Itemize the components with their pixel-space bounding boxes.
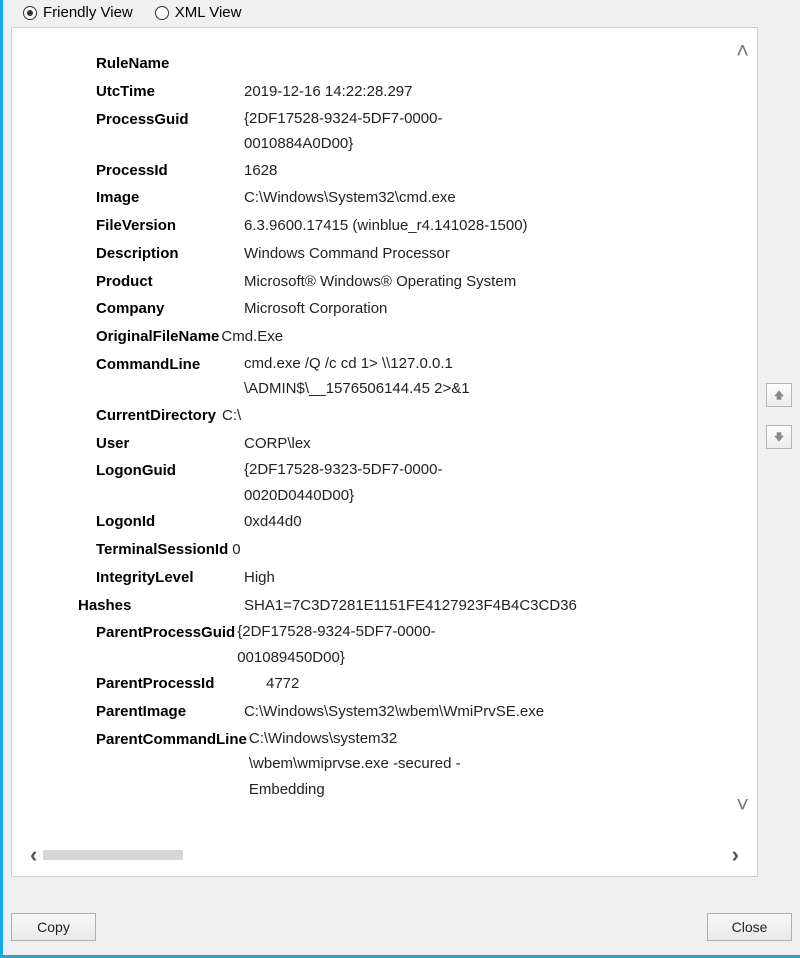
currentdirectory-value: C:\: [222, 402, 241, 430]
content-frame: ˄ ˅ RuleName UtcTime2019-12-16 14:22:28.…: [11, 27, 758, 877]
parentcommandline-value: C:\Windows\system32 \wbem\wmiprvse.exe -…: [249, 726, 461, 803]
scroll-left-icon[interactable]: ‹: [30, 842, 37, 868]
logonguid-value: {2DF17528-9323-5DF7-0000- 0020D0440D00}: [244, 457, 442, 508]
processguid-value: {2DF17528-9324-5DF7-0000- 0010884A0D00}: [244, 106, 442, 157]
processguid-label: ProcessGuid: [96, 106, 244, 134]
fileversion-label: FileVersion: [96, 212, 244, 240]
radio-icon: [23, 6, 37, 20]
hashes-value: SHA1=7C3D7281E1151FE4127923F4B4C3CD36: [244, 592, 577, 620]
horizontal-scrollbar[interactable]: ‹ ›: [12, 836, 757, 868]
friendly-view-radio[interactable]: Friendly View: [23, 4, 133, 21]
product-label: Product: [96, 268, 244, 296]
radio-icon: [155, 6, 169, 20]
parentprocessid-value: 4772: [266, 670, 299, 698]
processid-label: ProcessId: [96, 157, 244, 185]
utctime-value: 2019-12-16 14:22:28.297: [244, 78, 412, 106]
hashes-label: Hashes: [78, 592, 244, 620]
user-value: CORP\lex: [244, 430, 311, 458]
image-label: Image: [96, 184, 244, 212]
image-value: C:\Windows\System32\cmd.exe: [244, 184, 456, 212]
friendly-view-label: Friendly View: [43, 4, 133, 21]
user-label: User: [96, 430, 244, 458]
processid-value: 1628: [244, 157, 277, 185]
terminalsessionid-label: TerminalSessionId: [96, 536, 228, 564]
originalfilename-label: OriginalFileName: [96, 323, 219, 351]
description-label: Description: [96, 240, 244, 268]
commandline-value: cmd.exe /Q /c cd 1> \\127.0.0.1 \ADMIN$\…: [244, 351, 470, 402]
fileversion-value: 6.3.9600.17415 (winblue_r4.141028-1500): [244, 212, 528, 240]
xml-view-label: XML View: [175, 4, 242, 21]
rulename-label: RuleName: [96, 50, 244, 78]
description-value: Windows Command Processor: [244, 240, 450, 268]
move-up-button[interactable]: [766, 383, 792, 407]
scroll-track[interactable]: [43, 850, 723, 860]
parentprocessid-label: ParentProcessId: [96, 670, 266, 698]
arrow-up-icon: [773, 389, 785, 401]
parentprocessguid-label: ParentProcessGuid: [96, 619, 235, 647]
scroll-down-icon[interactable]: ˅: [736, 792, 749, 818]
logonid-label: LogonId: [96, 508, 244, 536]
integritylevel-label: IntegrityLevel: [96, 564, 244, 592]
scroll-up-icon[interactable]: ˄: [736, 38, 749, 64]
product-value: Microsoft® Windows® Operating System: [244, 268, 516, 296]
copy-button[interactable]: Copy: [11, 913, 96, 941]
scroll-thumb[interactable]: [43, 850, 183, 860]
arrow-down-icon: [773, 431, 785, 443]
utctime-label: UtcTime: [96, 78, 244, 106]
view-tabs: Friendly View XML View: [11, 4, 792, 27]
parentprocessguid-value: {2DF17528-9324-5DF7-0000- 001089450D00}: [237, 619, 435, 670]
scroll-right-icon[interactable]: ›: [732, 842, 739, 868]
terminalsessionid-value: 0: [232, 536, 240, 564]
parentcommandline-label: ParentCommandLine: [96, 726, 247, 754]
logonguid-label: LogonGuid: [96, 457, 244, 485]
currentdirectory-label: CurrentDirectory: [96, 402, 216, 430]
parentimage-label: ParentImage: [96, 698, 244, 726]
company-label: Company: [96, 295, 244, 323]
commandline-label: CommandLine: [96, 351, 244, 379]
move-down-button[interactable]: [766, 425, 792, 449]
xml-view-radio[interactable]: XML View: [155, 4, 242, 21]
properties-panel: RuleName UtcTime2019-12-16 14:22:28.297 …: [40, 36, 723, 831]
parentimage-value: C:\Windows\System32\wbem\WmiPrvSE.exe: [244, 698, 544, 726]
logonid-value: 0xd44d0: [244, 508, 302, 536]
originalfilename-value: Cmd.Exe: [221, 323, 283, 351]
company-value: Microsoft Corporation: [244, 295, 387, 323]
integritylevel-value: High: [244, 564, 275, 592]
close-button[interactable]: Close: [707, 913, 792, 941]
